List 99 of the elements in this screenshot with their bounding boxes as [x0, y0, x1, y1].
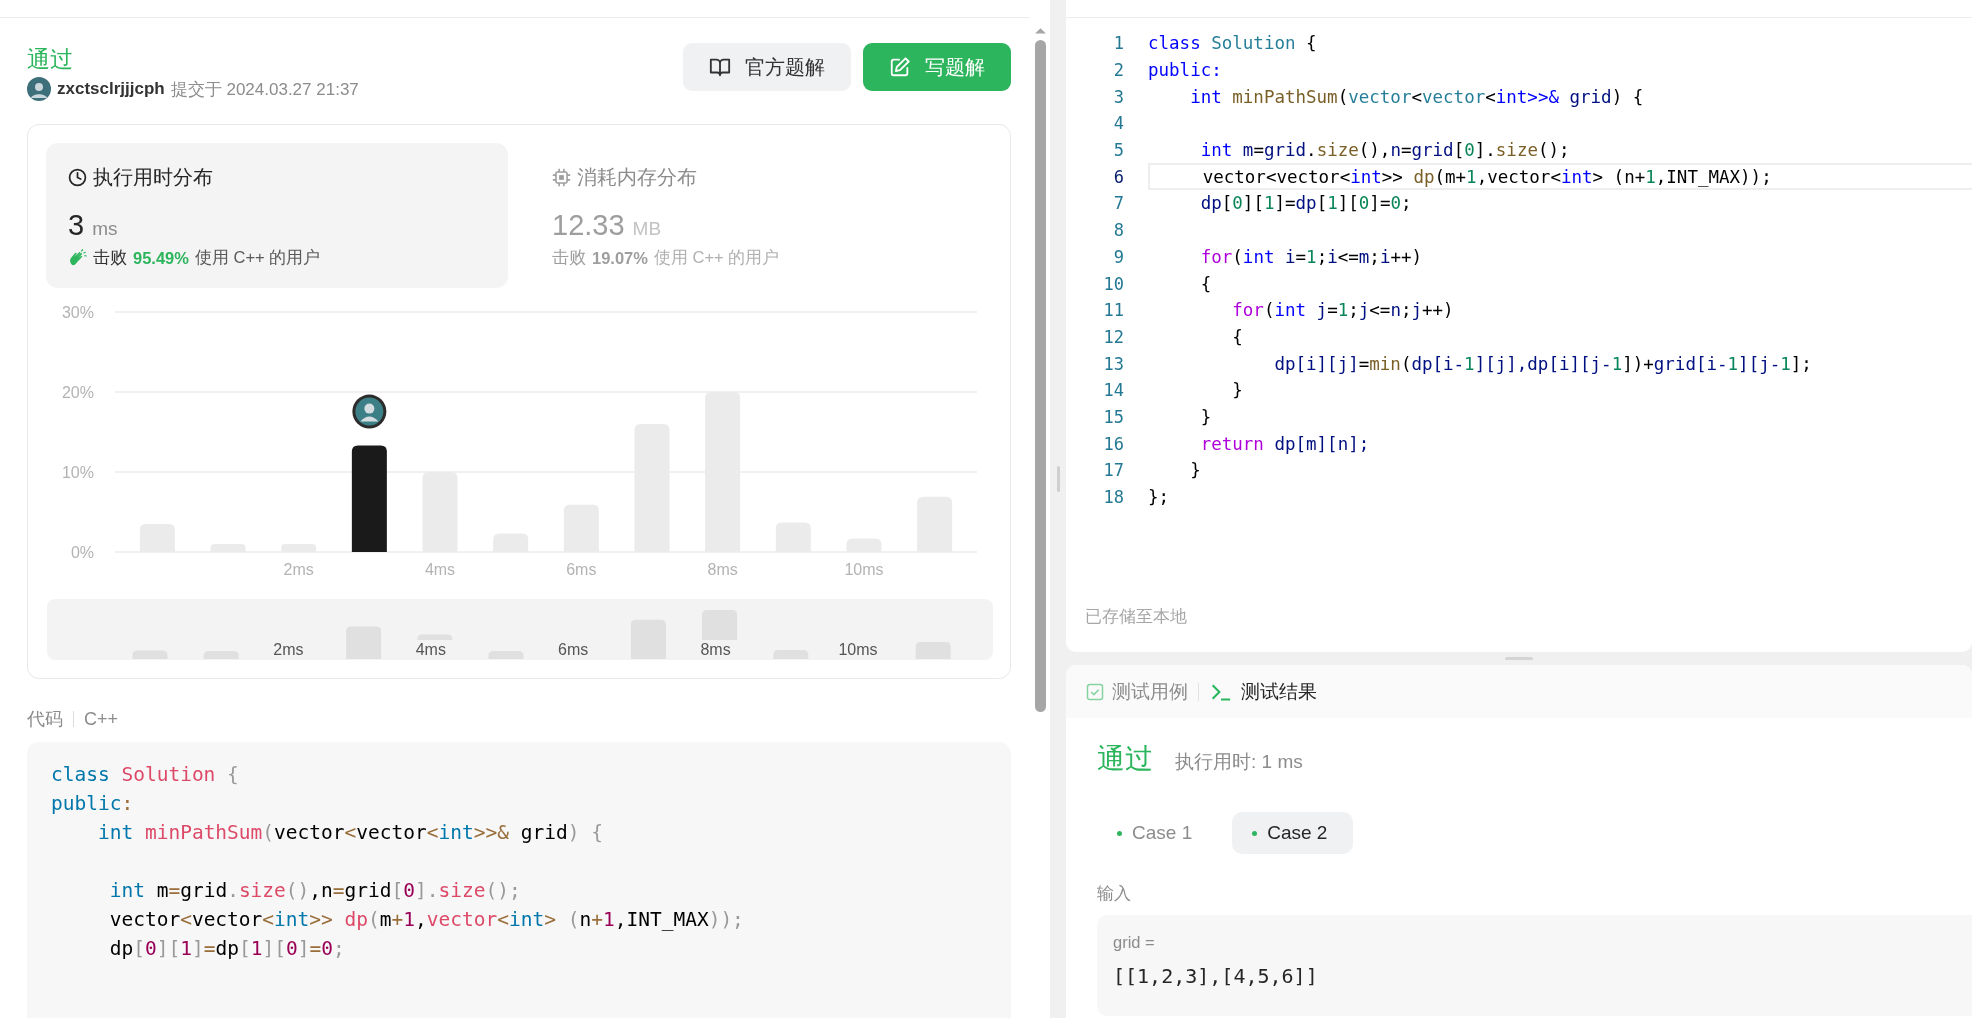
range-navigator[interactable]: 2ms 4ms 6ms 8ms 10ms [47, 599, 993, 660]
line-number: 9 [1112, 246, 1124, 267]
overview-tick-label: 2ms [273, 641, 304, 658]
code-line[interactable]: }; [1148, 487, 1170, 508]
save-status: 已存储至本地 [1085, 606, 1187, 628]
line-number: 12 [1102, 326, 1124, 347]
line-number: 13 [1102, 353, 1124, 374]
code-line: int m=grid.size(),n=grid[0].size(); [108, 878, 521, 904]
beats-label: 击败 [552, 247, 586, 268]
code-line[interactable]: for(int j=1;j<=n;j++) [1148, 300, 1454, 321]
code-line[interactable]: return dp[m][n]; [1148, 433, 1370, 454]
overview-bar [488, 651, 524, 659]
beats-description: 使用 C++ 的用户 [194, 247, 321, 268]
code-line[interactable]: for(int i=1;i<=m;i++) [1148, 246, 1423, 267]
code-line[interactable]: } [1148, 380, 1243, 401]
code-line[interactable]: } [1148, 460, 1201, 481]
x-tick-label: 6ms [566, 561, 597, 578]
code-line[interactable]: class Solution { [1148, 33, 1317, 54]
runtime-label: 执行用时: 1 ms [1175, 750, 1303, 774]
code-line[interactable]: } [1148, 406, 1212, 427]
code-line[interactable]: { [1148, 326, 1243, 347]
line-number: 18 [1102, 487, 1124, 508]
edit-icon [889, 56, 911, 78]
stat-unit: ms [92, 218, 118, 240]
code-line: vector<vector<int>> dp(m+1,vector<int> (n+1,INT_MAX)); [108, 907, 744, 933]
book-icon [709, 56, 731, 78]
line-number: 8 [1112, 220, 1124, 241]
x-tick-label: 4ms [424, 561, 456, 578]
code-line[interactable]: int minPathSum(vector<vector<int>>& grid) { [1148, 86, 1644, 107]
code-line[interactable]: public: [1148, 60, 1222, 81]
runtime-stat-tab[interactable]: 执行用时分布 3 ms 击败 95.49% 使用 C++ 的用户 [46, 143, 508, 288]
line-number: 10 [1102, 273, 1124, 294]
chip-icon [552, 167, 571, 187]
code-label: 代码 [27, 708, 63, 731]
x-tick-label: 2ms [283, 561, 314, 578]
overview-bar [773, 649, 809, 659]
official-solution-button[interactable]: 官方题解 [683, 43, 851, 91]
code-line[interactable]: dp[i][j]=min(dp[i-1][j],dp[i][j-1])+grid[i-1][j-1]; [1148, 353, 1812, 374]
avatar-icon [27, 77, 51, 101]
code-line[interactable]: dp[0][1]=dp[1][0]=0; [1148, 193, 1412, 214]
line-number: 17 [1102, 460, 1124, 481]
code-line: public: [51, 791, 134, 817]
stat-title: 执行用时分布 [93, 164, 213, 190]
overview-tick-label: 4ms [415, 641, 446, 658]
y-tick-label: 10% [61, 464, 94, 481]
stat-title: 消耗内存分布 [577, 164, 697, 190]
x-tick-label: 10ms [844, 561, 884, 578]
beats-label: 击败 [93, 247, 127, 268]
overview-bar [132, 650, 168, 659]
line-number: 5 [1112, 140, 1124, 161]
y-tick-label: 20% [61, 384, 94, 401]
code-line[interactable]: int m=grid.size(),n=grid[0].size(); [1148, 140, 1570, 161]
code-line: int minPathSum(vector<vector<int>>& grid) { [96, 820, 603, 846]
param-name: grid = [1113, 933, 1155, 952]
code-line: class Solution { [51, 762, 239, 788]
checkbox-icon [1086, 682, 1104, 701]
line-number: 6 [1112, 166, 1124, 187]
code-line: dp[0][1]=dp[1][0]=0; [108, 936, 345, 962]
line-number: 11 [1102, 300, 1124, 321]
language-label: C++ [84, 708, 119, 730]
x-tick-label: 8ms [707, 561, 738, 578]
line-number: 3 [1112, 86, 1124, 107]
line-number: 16 [1102, 433, 1124, 454]
result-status: 通过 [1097, 742, 1153, 776]
user-avatar-marker [352, 394, 387, 429]
scroll-up-arrow-icon [1034, 26, 1047, 35]
line-number: 1 [1112, 33, 1124, 54]
line-number: 4 [1112, 113, 1124, 134]
line-number: 15 [1102, 406, 1124, 427]
line-number: 14 [1102, 380, 1124, 401]
overview-tick-label: 8ms [700, 641, 731, 658]
test-results-tab[interactable]: 测试结果 [1209, 678, 1317, 705]
submit-time: 提交于 2024.03.27 21:37 [170, 78, 359, 101]
clock-icon [68, 167, 87, 187]
overview-bar [203, 651, 239, 659]
overview-tick-label: 10ms [838, 641, 878, 658]
overview-bar [346, 626, 382, 659]
line-number: 7 [1112, 193, 1124, 214]
param-value: [[1,2,3],[4,5,6]] [1113, 964, 1318, 988]
overview-bar [915, 642, 951, 659]
beats-percentage: 95.49% [133, 248, 189, 268]
stat-value: 12.33 [552, 209, 625, 242]
clapping-hands-icon [68, 248, 87, 268]
code-line[interactable]: { [1148, 273, 1212, 294]
beats-description: 使用 C++ 的用户 [653, 247, 780, 268]
stat-value: 3 [68, 209, 85, 242]
overview-tick-label: 6ms [558, 641, 589, 658]
username[interactable]: zxctsclrjjjcph [57, 79, 165, 99]
line-number: 2 [1112, 60, 1124, 81]
beats-percentage: 19.07% [592, 248, 648, 268]
input-label: 输入 [1097, 883, 1131, 905]
y-tick-label: 30% [61, 304, 94, 321]
y-tick-label: 0% [70, 544, 94, 561]
case-tab[interactable]: Case 2 [1232, 812, 1354, 854]
resize-handle[interactable] [1056, 466, 1060, 492]
status-label: 通过 [27, 45, 73, 74]
stat-unit: MB [632, 218, 662, 240]
scrollbar-thumb[interactable] [1035, 40, 1046, 712]
code-line[interactable]: vector<vector<int>> dp(m+1,vector<int> (n+1,INT_MAX)); [1150, 166, 1772, 187]
